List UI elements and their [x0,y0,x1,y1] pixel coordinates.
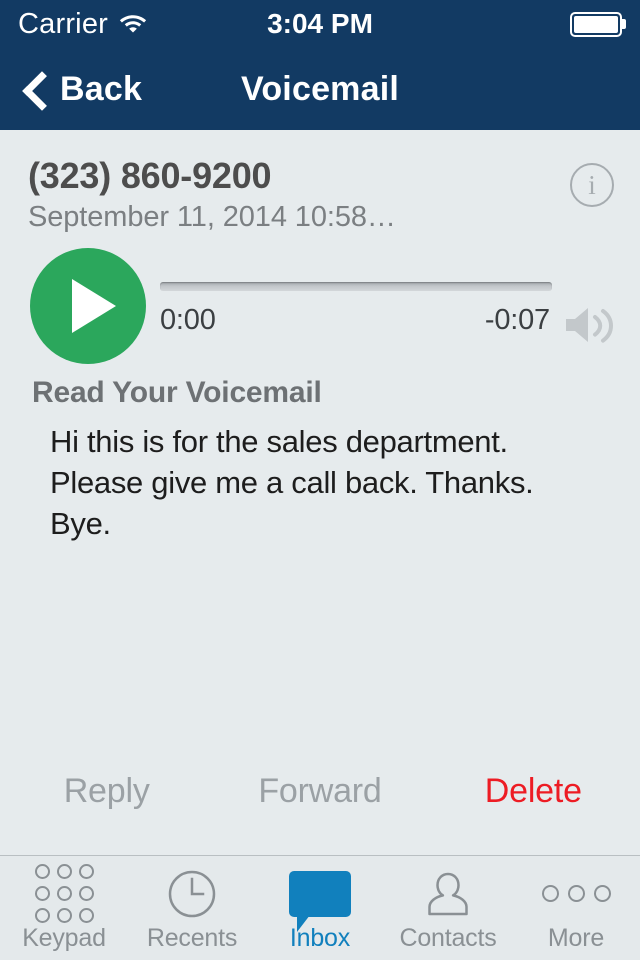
speaker-volume-icon [562,301,618,354]
speech-bubble-icon [289,868,351,932]
status-bar: Carrier 3:04 PM [0,0,640,48]
status-bar-right [570,11,626,37]
carrier-label: Carrier [18,7,109,40]
person-icon [422,868,474,920]
battery-fill [574,15,618,33]
voicemail-timestamp: September 11, 2014 10:58… [28,201,396,234]
info-icon-glyph: i [588,169,596,200]
tab-recents-label: Recents [146,923,238,952]
clock-icon [166,868,218,920]
remaining-time-label: -0:07 [484,304,550,337]
elapsed-time-label: 0:00 [160,304,216,337]
tab-more-label: More [547,923,605,952]
voicemail-detail-screen: Carrier 3:04 PM Back Voicemail (323) 860… [0,0,640,960]
battery-icon [570,11,626,37]
status-bar-left: Carrier [18,8,148,41]
back-button[interactable]: Back [0,70,142,109]
playback-progress-slider[interactable] [160,282,552,292]
forward-button[interactable]: Forward [213,772,426,811]
main-content: (323) 860-9200 September 11, 2014 10:58…… [0,130,640,855]
play-button[interactable] [30,248,146,365]
action-buttons-row: Reply Forward Delete [0,772,640,855]
ellipsis-icon [541,868,611,920]
delete-button[interactable]: Delete [427,772,640,811]
transcript-section: Read Your Voicemail Hi this is for the s… [0,364,640,545]
player-controls: 0:00 -0:07 [146,248,552,337]
play-icon [72,279,116,334]
tab-keypad[interactable]: Keypad [0,856,128,960]
caller-number: (323) 860-9200 [28,155,272,196]
speaker-button[interactable] [552,301,618,364]
wifi-icon [118,10,148,39]
tab-keypad-label: Keypad [22,923,106,952]
navigation-bar: Back Voicemail [0,48,640,130]
back-button-label: Back [60,69,143,108]
reply-button[interactable]: Reply [0,772,213,811]
keypad-grid-icon [34,864,94,923]
tab-contacts-label: Contacts [399,923,497,952]
voicemail-header: (323) 860-9200 September 11, 2014 10:58…… [0,130,640,234]
voicemail-header-texts: (323) 860-9200 September 11, 2014 10:58… [28,155,570,234]
chevron-left-icon [24,70,46,108]
playback-time-row: 0:00 -0:07 [160,304,552,337]
tab-contacts[interactable]: Contacts [384,856,512,960]
transcript-text: Hi this is for the sales department. Ple… [50,424,534,542]
tab-inbox[interactable]: Inbox [256,856,384,960]
tab-more[interactable]: More [512,856,640,960]
audio-player: 0:00 -0:07 [0,234,640,365]
info-circle-icon[interactable]: i [570,163,614,207]
transcript-heading: Read Your Voicemail [32,376,322,410]
tab-recents[interactable]: Recents [128,856,256,960]
tab-bar: Keypad Recents Inbox Contacts More [0,855,640,960]
battery-cap [622,19,626,29]
